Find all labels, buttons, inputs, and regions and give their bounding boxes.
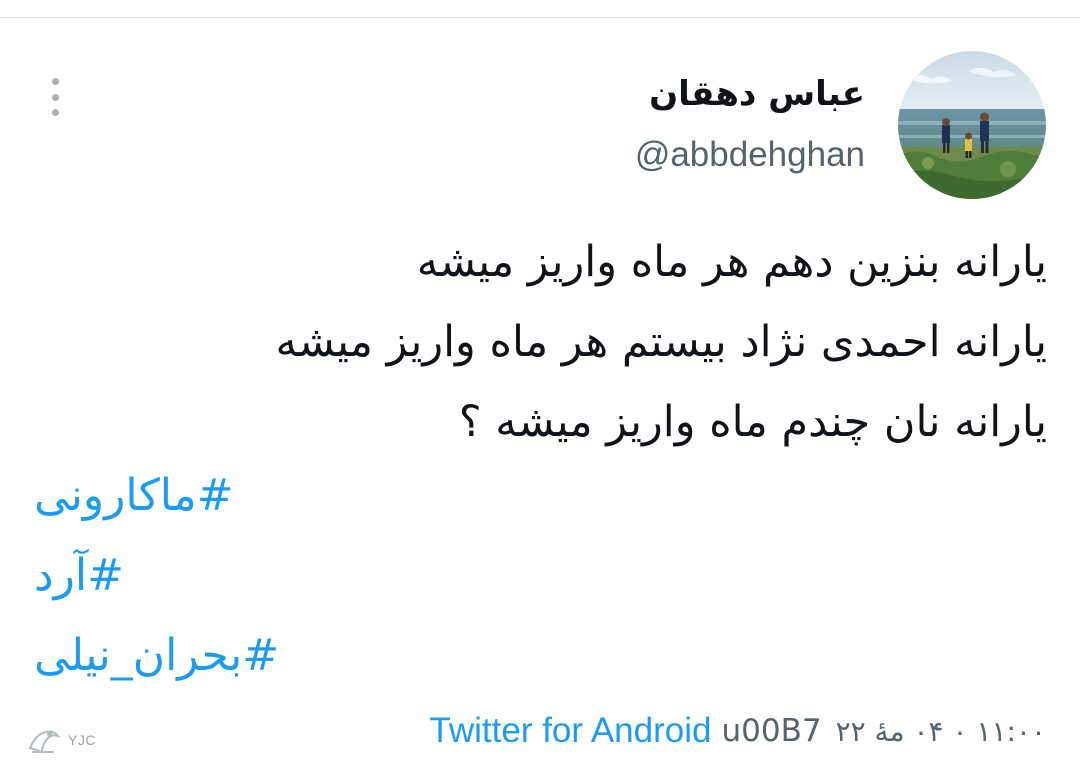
tweet-meta: ۱۱:۰۰ ۰ ۰۴ مۀ ۲۲ u00B7 Twitter for Andro… [429, 706, 1046, 756]
avatar[interactable] [898, 51, 1046, 199]
tweet-text-line: یارانه احمدی نژاد بیستم هر ماه واریز میش… [275, 317, 1047, 367]
hashtag-link[interactable]: #ماکارونی [34, 456, 279, 536]
watermark-text: YJC [68, 732, 96, 748]
hashtag-list: #ماکارونی #آرد #بحران_نیلی [34, 456, 279, 696]
top-divider [0, 17, 1080, 18]
author-handle[interactable]: @abbdehghan [635, 135, 865, 175]
meta-separator: u00B7 [721, 713, 822, 749]
more-vertical-icon-dot [51, 109, 59, 116]
avatar-photo [898, 51, 1046, 199]
hashtag-link[interactable]: #بحران_نیلی [34, 616, 279, 696]
tweet-text-line: یارانه نان چندم ماه واریز میشه ؟ [458, 397, 1047, 447]
hashtag-link[interactable]: #آرد [34, 536, 279, 616]
yjc-logo-icon [28, 730, 61, 754]
more-vertical-icon [51, 78, 59, 85]
yjc-watermark: YJC [24, 720, 114, 760]
more-options-button[interactable] [42, 78, 68, 116]
tweet-text-line: یارانه بنزین دهم هر ماه واریز میشه [416, 237, 1047, 287]
tweet-source-link[interactable]: Twitter for Android [429, 711, 711, 751]
more-vertical-icon-dot [51, 93, 59, 101]
author-display-name[interactable]: عباس دهقان [649, 74, 865, 114]
tweet-text: یارانه بنزین دهم هر ماه واریز میشه یاران… [37, 222, 1047, 462]
tweet-timestamp[interactable]: ۱۱:۰۰ ۰ ۰۴ مۀ ۲۲ [836, 715, 1046, 748]
